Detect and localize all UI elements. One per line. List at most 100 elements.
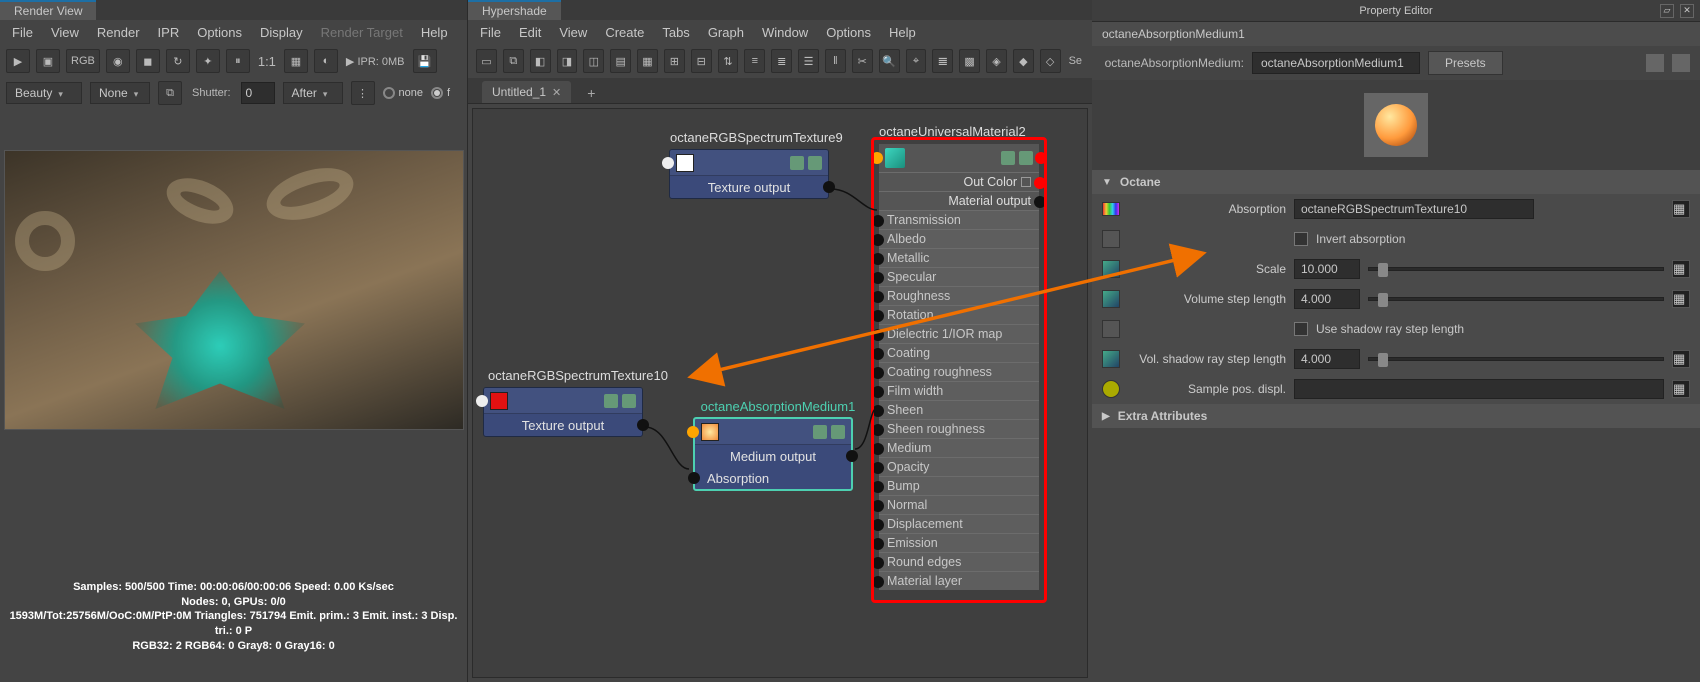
material-input-port[interactable] [872, 386, 884, 398]
hs-in-icon[interactable]: ◧ [530, 49, 551, 73]
hypershade-tab[interactable]: Hypershade [468, 0, 561, 20]
material-input-port[interactable] [872, 481, 884, 493]
node-tex10-output-port[interactable] [637, 419, 649, 431]
map-button-icon[interactable]: ▦ [1672, 260, 1690, 278]
node-material-matout-port[interactable] [1034, 196, 1046, 208]
grid-icon[interactable] [1021, 177, 1031, 187]
node-s-icon[interactable] [604, 394, 618, 408]
material-input-row[interactable]: Opacity [879, 457, 1039, 476]
node-tex10-input-port[interactable] [476, 395, 488, 407]
node-universal-material[interactable]: octaneUniversalMaterial2 Out Color Mater… [879, 144, 1039, 590]
material-input-port[interactable] [872, 234, 884, 246]
hs-snap-icon[interactable]: ▩ [959, 49, 980, 73]
material-input-row[interactable]: Sheen roughness [879, 419, 1039, 438]
hs-align-t-icon[interactable]: ‖ [825, 49, 846, 73]
real-size-icon[interactable]: ▦ [284, 49, 308, 73]
node-material-in-port-head[interactable] [871, 152, 883, 164]
material-input-port[interactable] [872, 557, 884, 569]
material-input-port[interactable] [872, 443, 884, 455]
material-preview-icon[interactable] [1364, 93, 1428, 157]
after-dropdown[interactable]: After [283, 82, 343, 104]
material-input-port[interactable] [872, 405, 884, 417]
color-ramp-icon[interactable] [1102, 202, 1120, 216]
sample-field[interactable] [1294, 379, 1664, 399]
hs-menu-window[interactable]: Window [762, 25, 808, 40]
menu-render[interactable]: Render [97, 25, 140, 40]
material-input-port[interactable] [872, 519, 884, 531]
invert-checkbox[interactable] [1294, 232, 1308, 246]
node-menu-icon[interactable] [622, 394, 636, 408]
hide-icon[interactable] [1672, 54, 1690, 72]
material-input-row[interactable]: Round edges [879, 552, 1039, 571]
close-icon[interactable]: ✕ [1680, 4, 1694, 18]
hs-menu-tabs[interactable]: Tabs [662, 25, 689, 40]
material-input-port[interactable] [872, 348, 884, 360]
radio-f[interactable] [431, 87, 443, 99]
show-icon[interactable] [1646, 54, 1664, 72]
material-input-port[interactable] [872, 253, 884, 265]
ipr-refresh-icon[interactable]: ↻ [166, 49, 190, 73]
material-input-row[interactable]: Medium [879, 438, 1039, 457]
hs-extra2-icon[interactable]: ◆ [1013, 49, 1034, 73]
node-tex9[interactable]: octaneRGBSpectrumTexture9 Texture output [669, 149, 829, 199]
hs-remove-icon[interactable]: ⊟ [691, 49, 712, 73]
material-input-row[interactable]: Film width [879, 381, 1039, 400]
material-input-row[interactable]: Coating roughness [879, 362, 1039, 381]
hs-menu-options[interactable]: Options [826, 25, 871, 40]
menu-render-target[interactable]: Render Target [321, 25, 403, 40]
material-input-row[interactable]: Roughness [879, 286, 1039, 305]
node-menu-icon[interactable] [1019, 151, 1033, 165]
vsl-slider[interactable] [1368, 297, 1664, 301]
material-input-port[interactable] [872, 272, 884, 284]
material-input-row[interactable]: Coating [879, 343, 1039, 362]
hs-layout-icon[interactable]: ⧉ [503, 49, 524, 73]
save-image-icon[interactable]: 💾 [413, 49, 437, 73]
snapshot-icon[interactable]: ✦ [196, 49, 220, 73]
material-input-row[interactable]: Albedo [879, 229, 1039, 248]
presets-button[interactable]: Presets [1428, 51, 1503, 75]
dock-icon[interactable]: ▱ [1660, 4, 1674, 18]
node-menu-icon[interactable] [831, 425, 845, 439]
node-material-outcolor-port[interactable] [1034, 177, 1046, 189]
material-input-row[interactable]: Emission [879, 533, 1039, 552]
scale-slider[interactable] [1368, 267, 1664, 271]
channel-dropdown[interactable]: Beauty [6, 82, 82, 104]
none-dropdown[interactable]: None [90, 82, 150, 104]
render-view-tab[interactable]: Render View [0, 0, 96, 20]
hs-menu-edit[interactable]: Edit [519, 25, 541, 40]
node-graph-canvas[interactable]: octaneRGBSpectrumTexture9 Texture output… [472, 108, 1088, 678]
hs-menu-create[interactable]: Create [605, 25, 644, 40]
hs-graph-icon[interactable]: ▦ [637, 49, 658, 73]
material-input-row[interactable]: Specular [879, 267, 1039, 286]
hs-break-icon[interactable]: ✂ [852, 49, 873, 73]
node-absorption-medium[interactable]: octaneAbsorptionMedium1 Medium output Ab… [693, 417, 853, 491]
map-button-icon[interactable]: ▦ [1672, 200, 1690, 218]
hs-clear-icon[interactable]: ▤ [610, 49, 631, 73]
section-octane-header[interactable]: ▼Octane [1092, 170, 1700, 194]
map-button-icon[interactable]: ▦ [1672, 350, 1690, 368]
menu-file[interactable]: File [12, 25, 33, 40]
node-material-out-port-head[interactable] [1035, 152, 1047, 164]
material-input-row[interactable]: Displacement [879, 514, 1039, 533]
material-input-port[interactable] [872, 310, 884, 322]
hs-out-icon[interactable]: ◨ [557, 49, 578, 73]
node-medium-absorption-port[interactable] [688, 472, 700, 484]
node-medium-input-port-head[interactable] [687, 426, 699, 438]
node-tex9-input-port[interactable] [662, 157, 674, 169]
node-tex9-output-port[interactable] [823, 181, 835, 193]
scale-field[interactable]: 10.000 [1294, 259, 1360, 279]
doc-tab-untitled[interactable]: Untitled_1✕ [482, 81, 571, 103]
hs-extra3-icon[interactable]: ◇ [1040, 49, 1061, 73]
material-input-row[interactable]: Transmission [879, 210, 1039, 229]
rgb-icon[interactable]: RGB [66, 49, 100, 73]
hs-rearrange-icon[interactable]: ⇅ [718, 49, 739, 73]
material-input-port[interactable] [872, 424, 884, 436]
radio-none[interactable] [383, 87, 395, 99]
material-input-port[interactable] [872, 367, 884, 379]
section-extra-header[interactable]: ▶Extra Attributes [1092, 404, 1700, 428]
material-input-port[interactable] [872, 576, 884, 588]
pause-icon[interactable]: ⏸ [226, 49, 250, 73]
pe-type-field[interactable]: octaneAbsorptionMedium1 [1252, 52, 1420, 74]
map-button-icon[interactable]: ▦ [1672, 290, 1690, 308]
material-input-port[interactable] [872, 500, 884, 512]
